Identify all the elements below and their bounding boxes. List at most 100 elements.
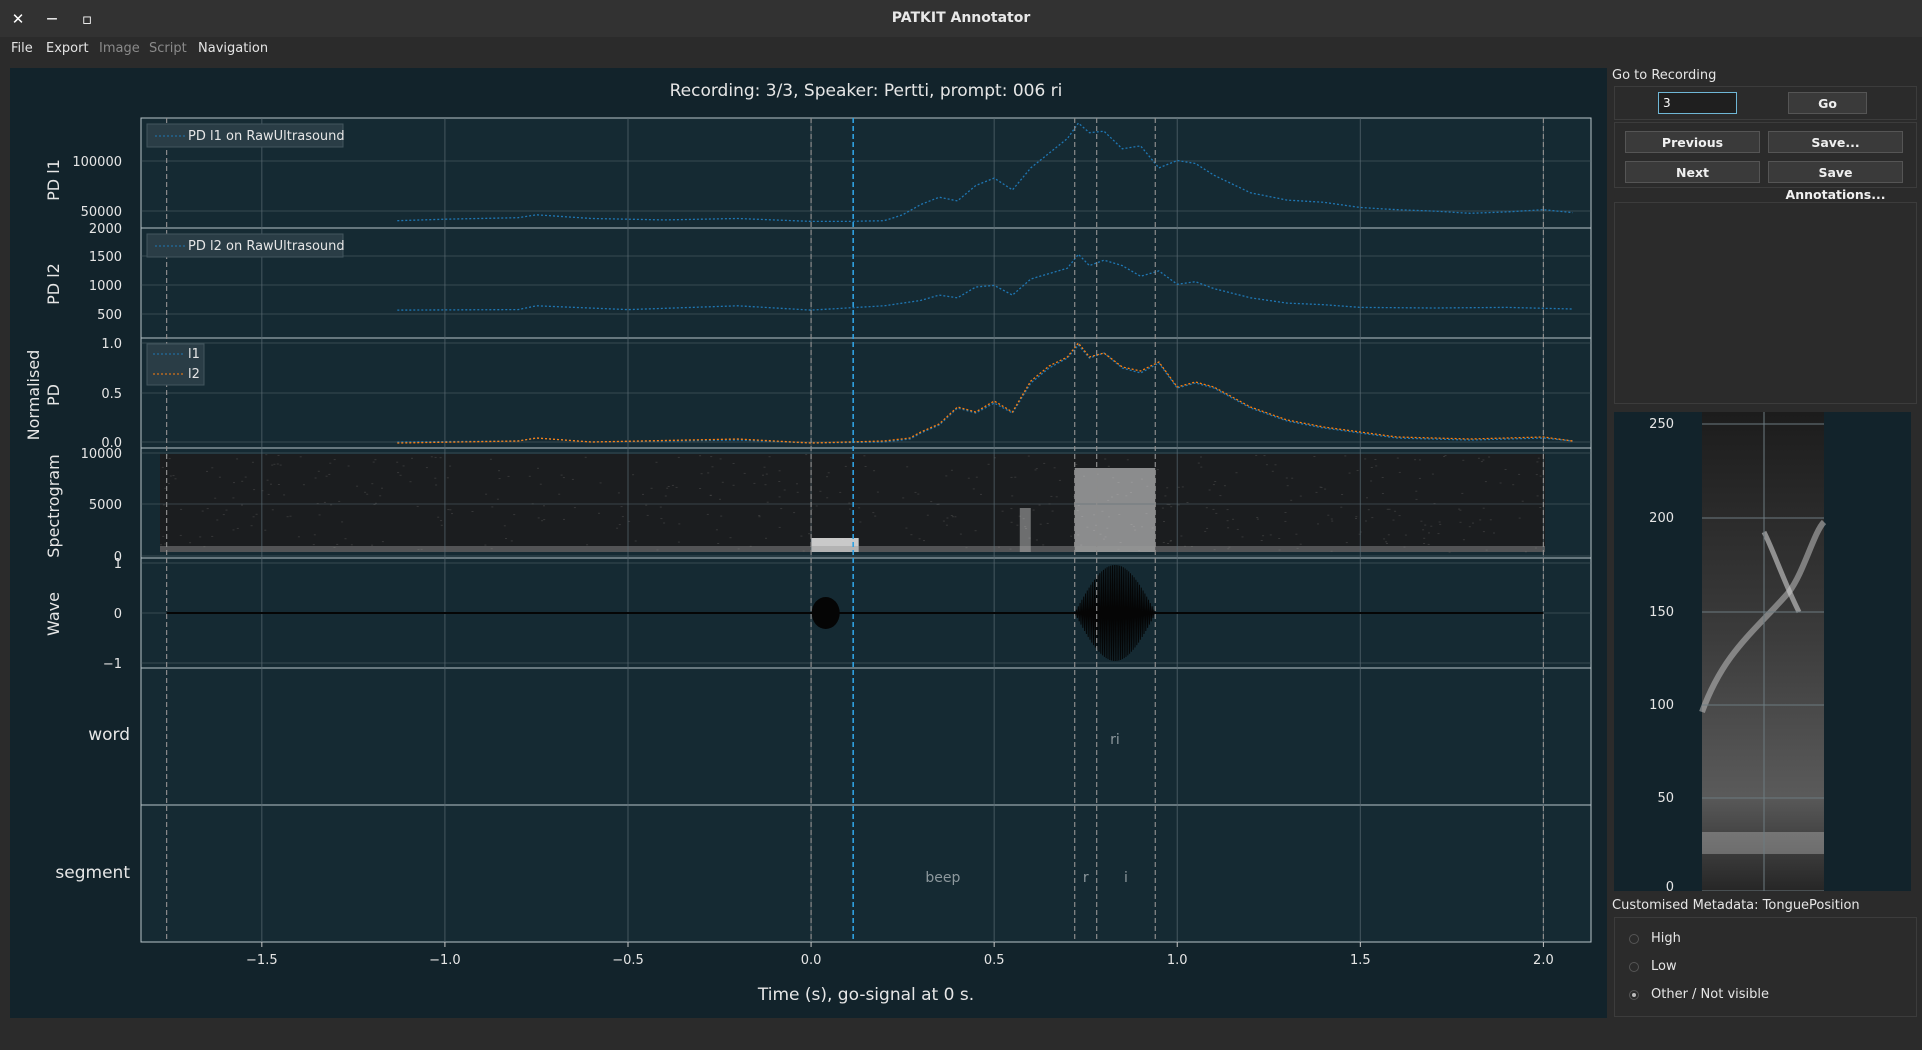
- ultrasound-frame-panel[interactable]: 250 200 150 100 50 0: [1614, 412, 1911, 895]
- spectrogram-speck: [435, 484, 438, 486]
- spectrogram-speck: [1274, 464, 1277, 466]
- spectrogram-speck: [430, 456, 433, 458]
- spectrogram-speck: [1070, 535, 1073, 537]
- spectrogram-speck: [206, 470, 208, 472]
- spectrogram-speck: [1284, 512, 1287, 513]
- spectrogram-speck: [371, 544, 374, 546]
- spectrogram-speck: [1055, 496, 1058, 498]
- radio-indicator[interactable]: [1629, 990, 1639, 1000]
- spectrogram-speck: [766, 501, 769, 503]
- spectrogram-speck: [586, 544, 589, 546]
- spectrogram-energy: [1074, 468, 1156, 552]
- spectrogram-speck: [778, 481, 781, 482]
- spectrogram-speck: [1396, 457, 1399, 459]
- spectrogram-speck: [333, 459, 336, 461]
- spectrogram-speck: [1482, 531, 1485, 533]
- spectrogram-speck: [675, 486, 678, 488]
- spectrogram-speck: [250, 525, 253, 527]
- spectrogram-speck: [1415, 498, 1418, 500]
- spectrogram-speck: [164, 543, 167, 545]
- spectrogram-speck: [764, 484, 767, 486]
- spectrogram-speck: [214, 497, 217, 499]
- spectrogram-speck: [793, 512, 796, 514]
- spectrogram-speck: [1375, 465, 1378, 467]
- spectrogram-speck: [1518, 517, 1521, 519]
- ytick-label: 1500: [89, 250, 122, 265]
- next-button[interactable]: Next: [1625, 161, 1760, 183]
- spectrogram-speck: [1181, 486, 1184, 488]
- spectrogram-speck: [1299, 495, 1302, 497]
- x-axis-label: Time (s), go-signal at 0 s.: [757, 985, 974, 1005]
- spectrogram-speck: [1156, 469, 1159, 471]
- spectrogram-speck: [905, 527, 908, 529]
- spectrogram-speck: [264, 529, 267, 531]
- panel-word-tier[interactable]: [140, 667, 1592, 806]
- us-ytick: 250: [1649, 417, 1674, 432]
- spectrogram-speck: [160, 544, 163, 546]
- annotation-figure[interactable]: Recording: 3/3, Speaker: Pertti, prompt:…: [10, 68, 1607, 1018]
- bright-band: [1702, 832, 1824, 854]
- spectrogram-speck: [299, 456, 302, 458]
- spectrogram-speck: [1430, 525, 1433, 527]
- spectrogram-speck: [317, 470, 320, 472]
- spectrogram-speck: [381, 541, 384, 543]
- spectrogram-speck: [233, 482, 235, 484]
- menu-file[interactable]: File: [11, 41, 33, 56]
- spectrogram-speck: [1269, 534, 1272, 536]
- spectrogram-speck: [699, 488, 702, 489]
- spectrogram-speck: [1206, 527, 1209, 529]
- recording-number-input[interactable]: [1658, 92, 1737, 114]
- radio-indicator[interactable]: [1629, 962, 1639, 972]
- spectrogram-speck: [1468, 526, 1471, 528]
- spectrogram-speck: [1367, 509, 1370, 511]
- legend-pd-l2: PD l2 on RawUltrasound: [146, 233, 345, 258]
- spectrogram-speck: [374, 459, 377, 461]
- spectrogram-speck: [1488, 456, 1491, 458]
- spectrogram-speck: [402, 465, 405, 467]
- spectrogram-speck: [1398, 471, 1401, 473]
- spectrogram-speck: [1317, 523, 1319, 525]
- radio-indicator[interactable]: [1629, 934, 1639, 944]
- menu-script[interactable]: Script: [149, 41, 187, 56]
- spectrogram-speck: [765, 473, 768, 475]
- spectrogram-speck: [252, 516, 255, 518]
- spectrogram-speck: [827, 472, 830, 474]
- spectrogram-speck: [1355, 518, 1357, 519]
- spectrogram-speck: [1256, 517, 1259, 518]
- previous-button[interactable]: Previous: [1625, 131, 1760, 153]
- spectrogram-speck: [289, 515, 292, 517]
- spectrogram-speck: [839, 491, 842, 493]
- spectrogram-speck: [286, 516, 289, 518]
- spectrogram-speck: [1161, 507, 1164, 509]
- spectrogram-speck: [646, 514, 649, 516]
- x-tick-label: 0.0: [801, 953, 822, 968]
- ytick-label: 2000: [89, 222, 122, 237]
- save-annotations-button[interactable]: Save Annotations...: [1768, 161, 1903, 202]
- spectrogram-speck: [1386, 543, 1388, 544]
- spectrogram-speck: [325, 475, 328, 477]
- radio-label: Low: [1651, 959, 1677, 974]
- menu-navigation[interactable]: Navigation: [198, 41, 268, 56]
- figure-canvas[interactable]: Recording: 3/3, Speaker: Pertti, prompt:…: [10, 68, 1607, 1018]
- spectrogram-speck: [189, 542, 192, 544]
- spectrogram-speck: [720, 515, 723, 517]
- spectrogram-speck: [1518, 473, 1521, 475]
- spectrogram-speck: [449, 509, 452, 511]
- us-ytick: 200: [1649, 511, 1674, 526]
- spectrogram-speck: [826, 497, 829, 499]
- metadata-group: High Low Other / Not visible: [1614, 917, 1917, 1017]
- spectrogram-speck: [537, 517, 540, 519]
- spectrogram-speck: [168, 483, 170, 485]
- panel-segment-tier[interactable]: [140, 804, 1592, 943]
- go-button[interactable]: Go: [1788, 92, 1867, 114]
- spectrogram-speck: [1537, 457, 1540, 459]
- menu-image[interactable]: Image: [99, 41, 140, 56]
- spectrogram-speck: [655, 461, 658, 463]
- spectrogram-speck: [1385, 541, 1388, 543]
- menu-export[interactable]: Export: [46, 41, 89, 56]
- spectrogram-speck: [671, 484, 674, 486]
- spectrogram-speck: [1163, 521, 1165, 522]
- spectrogram-speck: [1418, 477, 1421, 479]
- save-button[interactable]: Save...: [1768, 131, 1903, 153]
- spectrogram-speck: [1038, 504, 1041, 506]
